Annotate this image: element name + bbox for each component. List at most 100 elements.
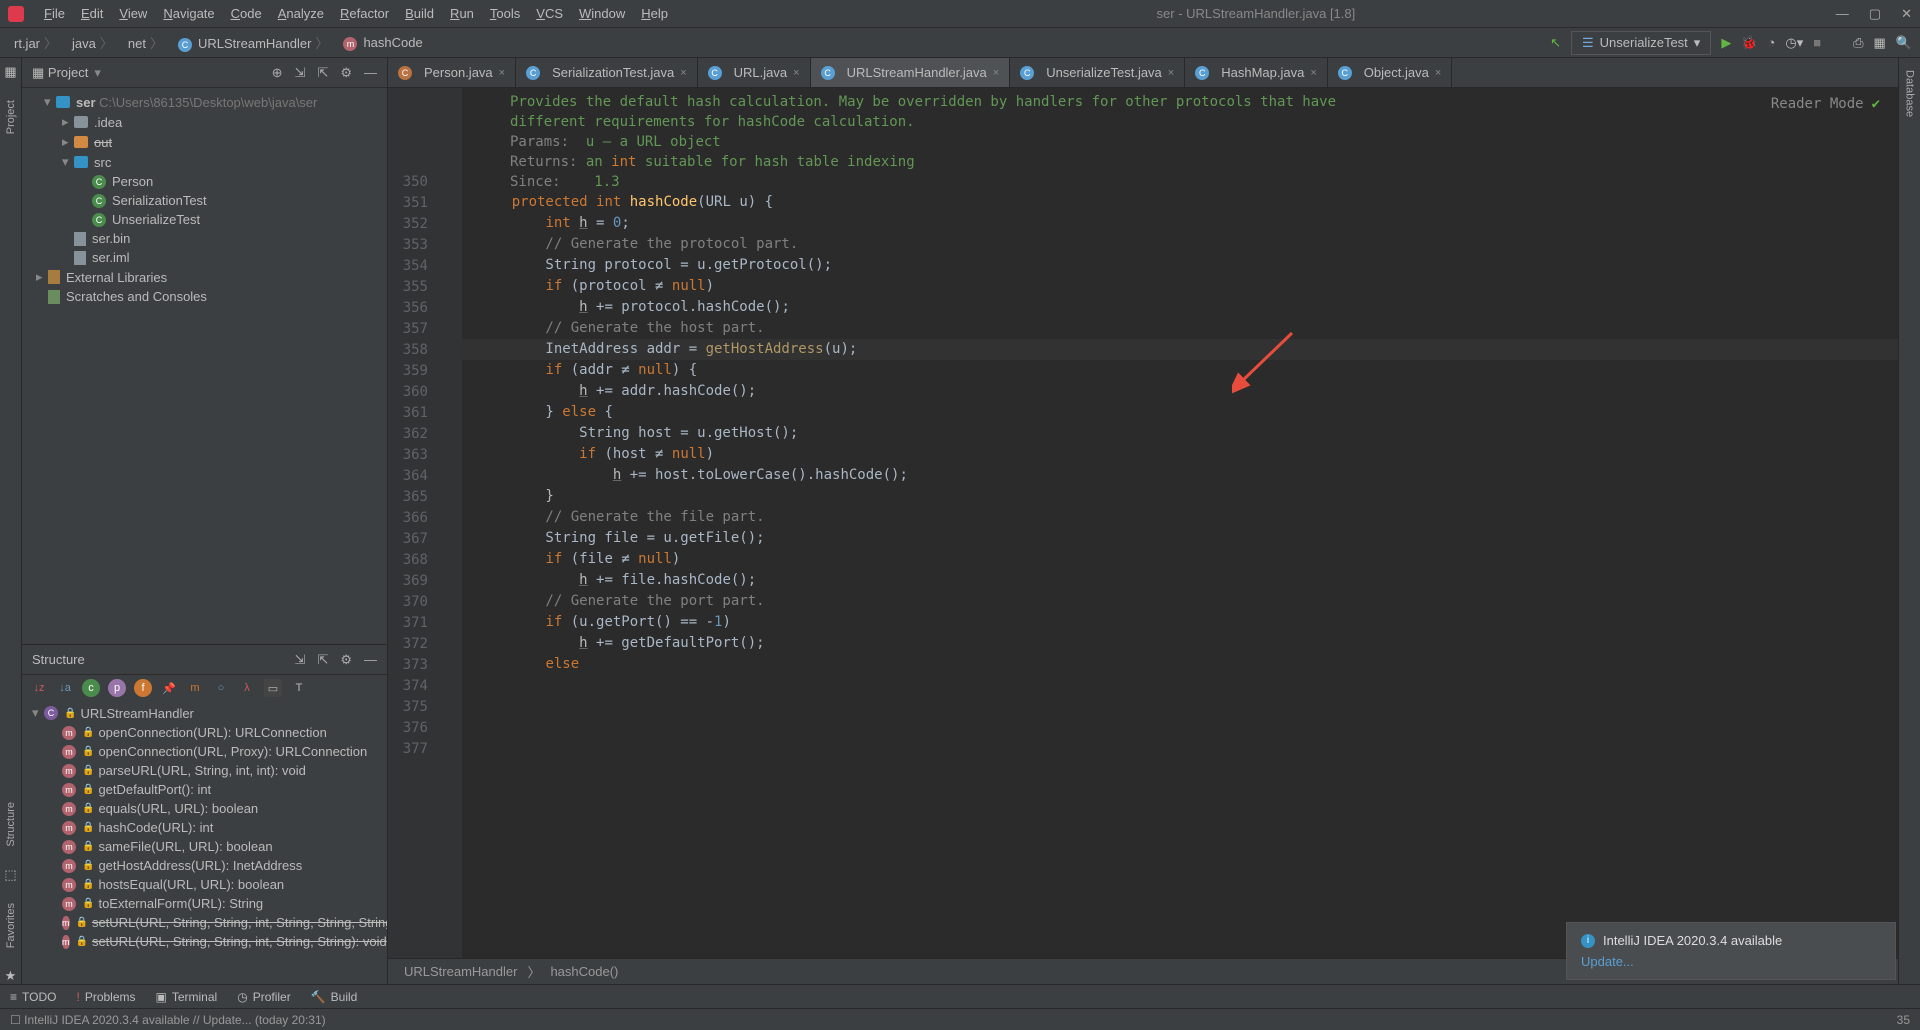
target-icon[interactable]: ⊕ (272, 65, 283, 81)
build-tool[interactable]: 🔨Build (311, 990, 358, 1004)
line-364[interactable]: if (host ≠ null) (462, 444, 1898, 465)
close-icon[interactable]: × (499, 67, 505, 79)
menu-edit[interactable]: Edit (73, 6, 111, 21)
close-icon[interactable]: × (680, 67, 686, 79)
method-1[interactable]: m🔒openConnection(URL, Proxy): URLConnect… (22, 742, 387, 761)
line-373[interactable]: // Generate the port part. (462, 591, 1898, 612)
menu-tools[interactable]: Tools (482, 6, 528, 21)
problems-tool[interactable]: !Problems (76, 990, 135, 1004)
search-icon[interactable]: 🔍 (1896, 35, 1912, 51)
project-tree[interactable]: ▾ser C:\Users\86135\Desktop\web\java\ser… (22, 88, 387, 644)
menu-vcs[interactable]: VCS (528, 6, 571, 21)
tree-out[interactable]: ▸out (22, 132, 387, 152)
menu-navigate[interactable]: Navigate (155, 6, 222, 21)
status-message[interactable]: IntelliJ IDEA 2020.3.4 available // Upda… (24, 1013, 326, 1027)
line-359[interactable]: InetAddress addr = getHostAddress(u); (462, 339, 1898, 360)
sort-alpha-icon[interactable]: ↓a (56, 679, 74, 697)
line-350[interactable]: protected int hashCode(URL u) { (462, 192, 1898, 213)
method-8[interactable]: m🔒hostsEqual(URL, URL): boolean (22, 875, 387, 894)
line-361[interactable]: h += addr.hashCode(); (462, 381, 1898, 402)
line-365[interactable]: h += host.toLowerCase().hashCode(); (462, 465, 1898, 486)
run-config-selector[interactable]: ☰ UnserializeTest ▾ (1571, 31, 1711, 55)
filter-m-icon[interactable]: m (186, 679, 204, 697)
close-icon[interactable]: × (993, 67, 999, 79)
project-tool-icon[interactable]: ▦ (4, 64, 16, 80)
tab-URLStreamHandler.java[interactable]: CURLStreamHandler.java× (811, 58, 1011, 87)
menu-code[interactable]: Code (223, 6, 270, 21)
collapse-icon[interactable]: ⇲ (295, 65, 306, 81)
tab-SerializationTest.java[interactable]: CSerializationTest.java× (516, 58, 698, 87)
collapse-icon[interactable]: ⇲ (295, 652, 306, 668)
tab-Person.java[interactable]: CPerson.java× (388, 58, 516, 87)
method-10[interactable]: m🔒setURL(URL, String, String, int, Strin… (22, 913, 387, 932)
filter-l-icon[interactable]: λ (238, 679, 256, 697)
menu-view[interactable]: View (111, 6, 155, 21)
line-358[interactable]: // Generate the host part. (462, 318, 1898, 339)
coverage-icon[interactable]: ◔ (1768, 35, 1776, 50)
expand-icon[interactable]: ⇱ (317, 652, 328, 668)
close-icon[interactable]: × (1310, 67, 1316, 79)
crumb-0[interactable]: rt.jar (8, 31, 63, 54)
line-368[interactable]: // Generate the file part. (462, 507, 1898, 528)
filter-t-icon[interactable]: T (290, 679, 308, 697)
line-369[interactable]: String file = u.getFile(); (462, 528, 1898, 549)
reader-mode[interactable]: Reader Mode ✔ (1771, 94, 1880, 115)
line-363[interactable]: String host = u.getHost(); (462, 423, 1898, 444)
tree-class-person[interactable]: CPerson (22, 172, 387, 191)
run-icon[interactable]: ▶ (1721, 35, 1731, 51)
crumb-3[interactable]: CURLStreamHandler (172, 31, 334, 54)
crumb-2[interactable]: net (122, 31, 169, 54)
tree-class-serialization[interactable]: CSerializationTest (22, 191, 387, 210)
filter-box-icon[interactable]: ▭ (264, 679, 282, 697)
line-354[interactable]: String protocol = u.getProtocol(); (462, 255, 1898, 276)
menu-build[interactable]: Build (397, 6, 442, 21)
method-6[interactable]: m🔒sameFile(URL, URL): boolean (22, 837, 387, 856)
editor-body[interactable]: 3503513523533543553563573583593603613623… (388, 88, 1898, 958)
menu-refactor[interactable]: Refactor (332, 6, 397, 21)
tree-external[interactable]: ▸External Libraries (22, 267, 387, 287)
sort-icon[interactable]: ↓z (30, 679, 48, 697)
back-icon[interactable]: ↖ (1550, 35, 1561, 51)
tree-file-serbin[interactable]: ser.bin (22, 229, 387, 248)
profile-icon[interactable]: ◷▾ (1785, 35, 1803, 51)
hide-icon[interactable]: — (364, 65, 377, 81)
menu-run[interactable]: Run (442, 6, 482, 21)
hide-icon[interactable]: — (364, 652, 377, 668)
structure-class[interactable]: ▾C🔒URLStreamHandler (22, 703, 387, 723)
chevron-down-icon[interactable]: ▾ (94, 65, 101, 81)
method-9[interactable]: m🔒toExternalForm(URL): String (22, 894, 387, 913)
line-370[interactable]: if (file ≠ null) (462, 549, 1898, 570)
line-356[interactable]: h += protocol.hashCode(); (462, 297, 1898, 318)
crumb-4[interactable]: mhashCode (337, 33, 428, 53)
rail-database[interactable]: Database (1904, 64, 1916, 123)
method-11[interactable]: m🔒setURL(URL, String, String, int, Strin… (22, 932, 387, 951)
line-374[interactable]: if (u.getPort() == -1) (462, 612, 1898, 633)
minimize-icon[interactable]: — (1836, 6, 1849, 22)
line-371[interactable]: h += file.hashCode(); (462, 570, 1898, 591)
profiler-tool[interactable]: ◷Profiler (237, 990, 291, 1004)
line-366[interactable]: } (462, 486, 1898, 507)
rail-favorites[interactable]: Favorites (5, 897, 17, 954)
status-icon[interactable]: ☐ (10, 1013, 21, 1027)
stop-icon[interactable]: ■ (1813, 35, 1821, 50)
method-7[interactable]: m🔒getHostAddress(URL): InetAddress (22, 856, 387, 875)
tree-scratches[interactable]: Scratches and Consoles (22, 287, 387, 306)
tree-idea[interactable]: ▸.idea (22, 112, 387, 132)
structure-list[interactable]: ▾C🔒URLStreamHandler m🔒openConnection(URL… (22, 701, 387, 953)
close-icon[interactable]: × (1435, 67, 1441, 79)
maximize-icon[interactable]: ▢ (1869, 6, 1881, 22)
filter-p-icon[interactable]: p (108, 679, 126, 697)
crumb-1[interactable]: java (66, 31, 119, 54)
menu-analyze[interactable]: Analyze (270, 6, 332, 21)
update-link[interactable]: Update... (1581, 954, 1881, 969)
favorites-tool-icon[interactable]: ★ (5, 968, 17, 984)
line-353[interactable]: // Generate the protocol part. (462, 234, 1898, 255)
debug-icon[interactable]: 🐞 (1741, 35, 1757, 51)
line-351[interactable]: int h = 0; (462, 213, 1898, 234)
line-362[interactable]: } else { (462, 402, 1898, 423)
close-icon[interactable]: × (1168, 67, 1174, 79)
code-area[interactable]: Provides the default hash calculation. M… (462, 88, 1898, 958)
todo-tool[interactable]: ≡TODO (10, 990, 56, 1004)
pin-icon[interactable]: 📌 (160, 679, 178, 697)
filter-o-icon[interactable]: ○ (212, 679, 230, 697)
